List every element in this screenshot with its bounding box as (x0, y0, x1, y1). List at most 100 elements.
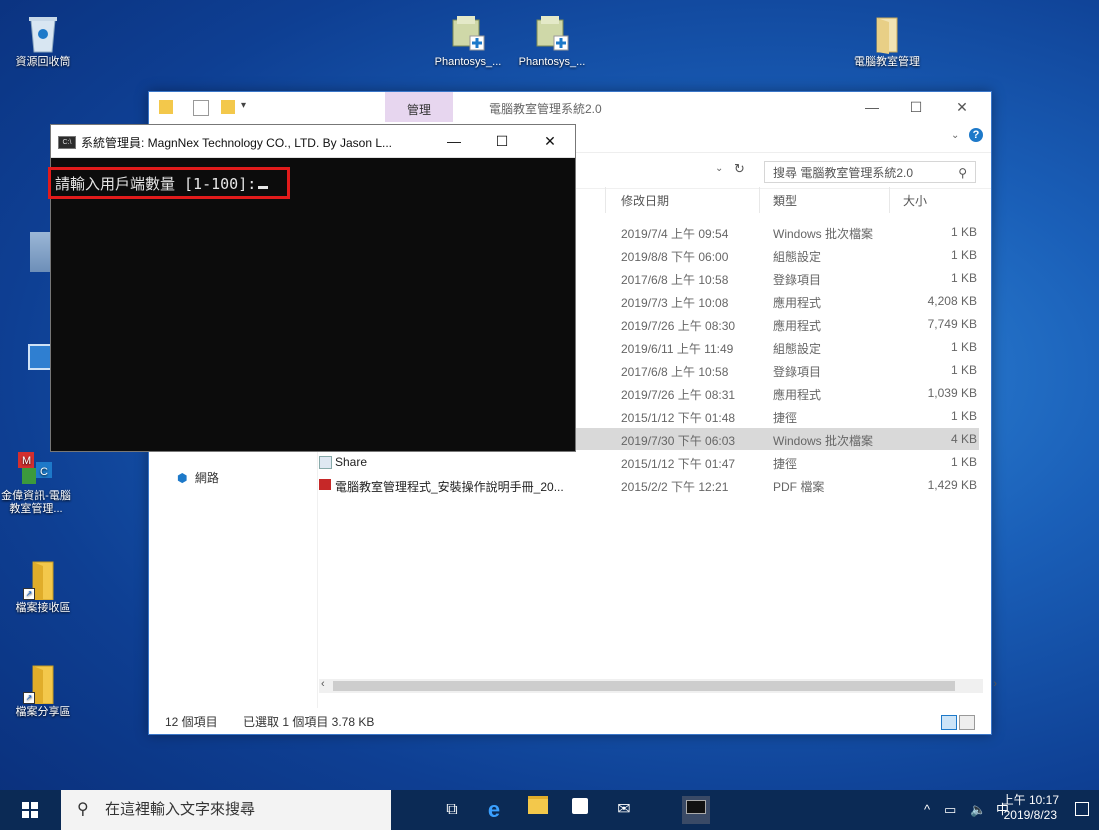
horizontal-scrollbar[interactable]: ‹ › (319, 678, 997, 693)
address-dropdown-icon[interactable]: ⌄ (715, 163, 723, 174)
edge-browser-icon[interactable]: e (480, 796, 508, 824)
notifications-icon[interactable] (1075, 802, 1089, 816)
desktop-icon-label: Phantosys_... (518, 56, 586, 68)
refresh-icon[interactable]: ↻ (734, 161, 745, 177)
size-cell: 1,039 KB (927, 386, 977, 400)
maximize-button[interactable]: ☐ (487, 130, 517, 152)
column-header-type[interactable]: 類型 (773, 192, 797, 209)
folder-icon (867, 14, 907, 54)
date-cell: 2015/1/12 下午 01:47 (621, 457, 736, 471)
column-separator (889, 187, 890, 213)
show-hidden-icons-icon[interactable]: ^ (924, 790, 930, 830)
console-prompt[interactable]: 請輸入用戶端數量 [1-100]: (55, 173, 269, 194)
desktop-icon-phantosys-2[interactable]: Phantosys_... (512, 14, 592, 69)
desktop-icon-phantosys-1[interactable]: Phantosys_... (428, 14, 508, 69)
chevron-down-icon[interactable]: ▾ (241, 100, 255, 114)
status-bar: 12 個項目 已選取 1 個項目 3.78 KB (149, 710, 991, 734)
status-item-count: 12 個項目 (165, 715, 218, 729)
shortcut-arrow-icon: ↗ (23, 692, 35, 704)
taskbar: ⚲ 在這裡輸入文字來搜尋 ⧉ e ✉ ^ ▭ 🔈 中 上午 10:17 2019… (0, 790, 1099, 830)
nav-item-label: 網路 (194, 471, 219, 485)
status-selected: 已選取 1 個項目 3.78 KB (243, 715, 375, 729)
tab-manage[interactable]: 管理 (385, 92, 453, 122)
details-view-icon[interactable] (941, 715, 957, 730)
desktop-icon-classroom-folder[interactable]: 電腦教室管理 (847, 14, 927, 69)
search-icon: ⚲ (958, 166, 967, 180)
minimize-button[interactable]: — (857, 96, 887, 118)
desktop-icon-share-folder[interactable]: ↗ 檔案分享區 (3, 664, 83, 719)
text-cursor (258, 186, 269, 189)
console-app-icon: C:\ (58, 136, 76, 149)
scroll-right-icon[interactable]: › (993, 678, 997, 690)
chevron-down-icon[interactable]: ⌄ (951, 130, 959, 141)
properties-icon[interactable] (193, 100, 209, 116)
date-cell: 2019/7/4 上午 09:54 (621, 227, 729, 241)
start-button[interactable] (0, 790, 58, 830)
close-button[interactable]: ✕ (947, 96, 977, 118)
column-separator (759, 187, 760, 213)
desktop-icon-recycle-bin[interactable]: 資源回收筒 (3, 14, 83, 69)
console-window[interactable]: C:\ 系統管理員: MagnNex Technology CO., LTD. … (48, 124, 576, 452)
date-cell: 2019/7/26 上午 08:30 (621, 319, 736, 333)
scrollbar-thumb[interactable] (333, 681, 955, 691)
new-folder-icon[interactable] (221, 100, 235, 114)
taskbar-search-input[interactable]: ⚲ 在這裡輸入文字來搜尋 (61, 790, 391, 830)
desktop-icon-label: 電腦教室管理 (854, 56, 920, 68)
size-cell: 1 KB (950, 225, 977, 239)
network-tray-icon[interactable]: ▭ (944, 790, 956, 830)
help-icon[interactable]: ? (969, 128, 983, 142)
clock-date: 2019/8/23 (1003, 808, 1057, 822)
desktop-icon-label: Phantosys_... (434, 56, 502, 68)
date-cell: 2019/7/26 上午 08:31 (621, 388, 736, 402)
column-header-date[interactable]: 修改日期 (621, 192, 669, 209)
desktop-icon-label: 檔案分享區 (15, 706, 71, 718)
date-cell: 2019/8/8 下午 06:00 (621, 250, 729, 264)
file-name-cell: Share (335, 455, 368, 469)
nav-item-network[interactable]: ⬢ 網路 (177, 469, 219, 486)
store-icon[interactable] (566, 796, 594, 824)
size-cell: 4,208 KB (927, 294, 977, 308)
installer-icon (532, 14, 572, 54)
pdf-icon (319, 479, 331, 490)
folder-shortcut-icon: ↗ (23, 560, 63, 601)
column-separator (605, 187, 606, 213)
desktop-icon-receive-folder[interactable]: ↗ 檔案接收區 (3, 560, 83, 615)
type-cell: 登錄項目 (773, 273, 822, 287)
size-cell: 1 KB (950, 271, 977, 285)
column-header-size[interactable]: 大小 (903, 192, 927, 209)
desktop-icon-label: 金偉資訊-電腦教室管理... (1, 490, 71, 515)
search-input[interactable]: 搜尋 電腦教室管理系統2.0 ⚲ (764, 161, 976, 183)
minimize-button[interactable]: — (439, 130, 469, 152)
date-cell: 2017/6/8 上午 10:58 (621, 365, 729, 379)
maximize-button[interactable]: ☐ (901, 96, 931, 118)
search-placeholder: 搜尋 電腦教室管理系統2.0 (773, 166, 914, 180)
size-cell: 1 KB (950, 409, 977, 423)
type-cell: 組態設定 (773, 250, 822, 264)
size-cell: 1,429 KB (927, 478, 977, 492)
table-row[interactable]: Share 2015/1/12 下午 01:47 捷徑 1 KB (319, 451, 979, 473)
console-titlebar[interactable]: C:\ 系統管理員: MagnNex Technology CO., LTD. … (51, 125, 575, 158)
recycle-bin-icon (23, 14, 63, 54)
desktop-icon-magnnex[interactable]: MC 金偉資訊-電腦教室管理... (0, 448, 76, 516)
search-icon: ⚲ (77, 801, 89, 818)
large-icons-view-icon[interactable] (959, 715, 975, 730)
clock-time: 上午 10:17 (1001, 793, 1059, 807)
explorer-titlebar[interactable]: ▾ 管理 電腦教室管理系統2.0 — ☐ ✕ (149, 92, 991, 122)
network-icon: ⬢ (177, 471, 188, 485)
type-cell: 應用程式 (773, 388, 822, 402)
date-cell: 2019/7/30 下午 06:03 (621, 434, 736, 448)
type-cell: 登錄項目 (773, 365, 822, 379)
file-explorer-icon[interactable] (524, 796, 552, 824)
console-taskbar-icon[interactable] (682, 796, 710, 824)
close-button[interactable]: ✕ (535, 130, 565, 152)
task-view-icon[interactable]: ⧉ (438, 796, 466, 824)
window-title: 電腦教室管理系統2.0 (489, 102, 602, 116)
folder-icon (159, 100, 173, 114)
clock[interactable]: 上午 10:17 2019/8/23 (1002, 793, 1059, 823)
size-cell: 1 KB (950, 340, 977, 354)
mail-icon[interactable]: ✉ (610, 796, 638, 824)
scroll-left-icon[interactable]: ‹ (321, 678, 325, 690)
taskbar-search-placeholder: 在這裡輸入文字來搜尋 (105, 801, 256, 818)
volume-icon[interactable]: 🔈 (970, 790, 986, 830)
table-row[interactable]: 電腦教室管理程式_安裝操作說明手冊_20... 2015/2/2 下午 12:21… (319, 474, 979, 496)
